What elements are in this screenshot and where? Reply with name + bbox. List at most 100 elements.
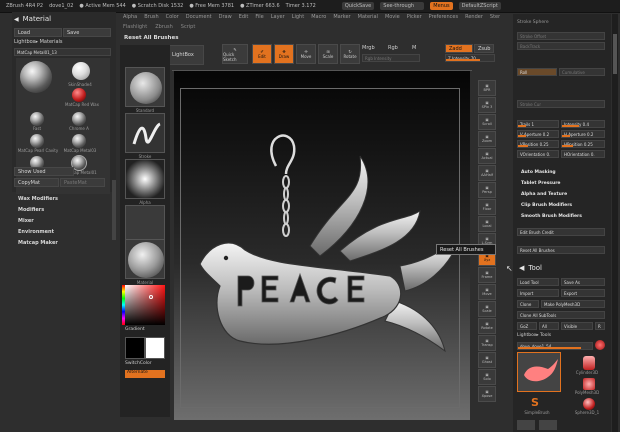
import-button[interactable]: Import (517, 289, 559, 297)
menu-movie[interactable]: Movie (385, 14, 400, 23)
group-environment[interactable]: Environment (18, 229, 112, 240)
zadd-button[interactable]: Zadd (445, 44, 473, 53)
auto-masking-group[interactable]: Auto Masking (521, 170, 556, 175)
main-color-swatch[interactable] (125, 337, 145, 359)
lightbox-tools-link[interactable]: Lightbox▸ Tools (517, 333, 551, 338)
move-button[interactable]: ✢ Move (296, 44, 316, 64)
menu-file[interactable]: File (255, 14, 263, 23)
clone-all-subtools-button[interactable]: Clone All SubTools (517, 311, 605, 319)
menu-edit[interactable]: Edit (239, 14, 249, 23)
material-pearl[interactable] (30, 134, 44, 148)
menu-stencil[interactable]: Stencil (490, 14, 500, 23)
tool-palette-header[interactable]: ◀ Tool (513, 262, 611, 274)
sphere3d-icon[interactable] (583, 398, 595, 410)
edit-button[interactable]: ✐ Edit (252, 44, 272, 64)
intensity-slider[interactable]: Intensity 0.4 (561, 120, 605, 128)
shelf-zoom[interactable]: ▣ Zoom (478, 131, 496, 147)
goz-button[interactable]: GoZ (517, 322, 537, 330)
tablet-pressure-group[interactable]: Tablet Pressure (521, 181, 560, 186)
menu-marker[interactable]: Marker (333, 14, 350, 23)
group-wax-modifiers[interactable]: Wax Modifiers (18, 196, 112, 207)
group-mixer[interactable]: Mixer (18, 218, 112, 229)
v-orientation-slider[interactable]: VOrientation 0. (517, 150, 559, 158)
make-polymesh-button[interactable]: Make PolyMesh3D (541, 300, 605, 308)
h-position-slider[interactable]: HPosition 0.25 (561, 140, 605, 148)
menu-light[interactable]: Light (292, 14, 304, 23)
right-scroll-track[interactable] (612, 14, 618, 432)
menu-color[interactable]: Color (166, 14, 179, 23)
shelf-scroll[interactable]: ▣ Scroll (478, 114, 496, 130)
right-scroll-thumb[interactable] (613, 34, 617, 74)
polymesh-icon[interactable] (595, 340, 605, 350)
tool-thumb-extra[interactable] (517, 420, 535, 430)
save-material-button[interactable]: Save (63, 28, 111, 37)
h-orientation-slider[interactable]: HOrientation 0. (561, 150, 605, 158)
shelf-frame[interactable]: ▣ Frame (478, 267, 496, 283)
lightbox-button[interactable]: LightBox (168, 45, 204, 65)
z-intensity-slider[interactable]: Z Intensity 70 (445, 54, 495, 62)
alpha-texture-group[interactable]: Alpha and Texture (521, 192, 567, 197)
alpha-thumbnail[interactable] (125, 159, 165, 199)
material-metal03[interactable] (72, 134, 86, 148)
shelf-bpr[interactable]: ▣ BPR (478, 80, 496, 96)
export-button[interactable]: Export (561, 289, 605, 297)
alternate-button[interactable]: Alternate (125, 370, 165, 378)
cumulative-button[interactable]: Cumulative (559, 68, 605, 76)
switchcolor-label[interactable]: SwitchColor (125, 361, 152, 366)
stroke-curve-slider[interactable]: Stroke Cur (517, 100, 605, 108)
shelf-floor[interactable]: ▣ Floor (478, 199, 496, 215)
copymat-button[interactable]: CopyMat (14, 178, 59, 187)
rgb-intensity-slider[interactable]: Rgb Intensity (362, 54, 420, 62)
menu-layer[interactable]: Layer (271, 14, 285, 23)
menu-draw[interactable]: Draw (219, 14, 232, 23)
quicksave-button[interactable]: QuickSave (341, 2, 375, 10)
m-toggle[interactable]: M (412, 45, 416, 51)
menu-material[interactable]: Material (358, 14, 378, 23)
current-tool-thumbnail[interactable] (517, 352, 561, 392)
simplebrush-icon[interactable]: S (531, 396, 539, 409)
left-panel-scrollbar[interactable] (112, 180, 116, 240)
shelf-rotate[interactable]: ▣ Rotate (478, 318, 496, 334)
shelf-persp[interactable]: ▣ Persp (478, 182, 496, 198)
clip-brush-modifiers-group[interactable]: Clip Brush Modifiers (521, 203, 572, 208)
group-modifiers[interactable]: Modifiers (18, 207, 112, 218)
zsub-button[interactable]: Zsub (474, 44, 494, 53)
shelf-actual[interactable]: ▣ Actual (478, 148, 496, 164)
quick-sketch-button[interactable]: ✎ Quick Sketch (222, 44, 248, 64)
scale-button[interactable]: ⊞ Scale (318, 44, 338, 64)
see-through-slider[interactable]: See-through (380, 2, 425, 10)
menu-picker[interactable]: Picker (407, 14, 422, 23)
pastemat-button[interactable]: PasteMat (60, 178, 105, 187)
material-fast[interactable] (30, 112, 44, 126)
lightbox-materials-link[interactable]: Lightbox▸ Materials (14, 39, 111, 47)
menus-button[interactable]: Menus (430, 2, 453, 10)
backtrack-slider[interactable]: BackTrack (517, 42, 605, 50)
h-aperture-slider[interactable]: H Aperture 0.2 (561, 130, 605, 138)
visible-button[interactable]: Visible (561, 322, 593, 330)
stroke-sphere-item[interactable]: Stroke Sphere (517, 20, 549, 25)
load-tool-button[interactable]: Load Tool (517, 278, 559, 286)
v-aperture-slider[interactable]: V Aperture 0.2 (517, 130, 559, 138)
shelf-scale[interactable]: ▣ Scale (478, 301, 496, 317)
mrgb-toggle[interactable]: Mrgb (362, 45, 375, 51)
menu-preferences[interactable]: Preferences (429, 14, 458, 23)
default-zscript-button[interactable]: DefaultZScript (458, 2, 501, 10)
group-matcap-maker[interactable]: Matcap Maker (18, 240, 112, 251)
brush-thumbnail[interactable] (125, 67, 165, 107)
dove-peace-sculpt[interactable] (190, 126, 460, 396)
show-used-button[interactable]: Show Used (14, 167, 74, 176)
reset-all-brushes-button[interactable]: Reset All Brushes (517, 246, 605, 254)
all-button[interactable]: All (539, 322, 559, 330)
r-button[interactable]: R (595, 322, 605, 330)
smooth-brush-modifiers-group[interactable]: Smooth Brush Modifiers (521, 214, 582, 219)
material-skinshade[interactable] (72, 62, 90, 80)
secondary-color-swatch[interactable] (145, 337, 165, 359)
load-material-button[interactable]: Load (14, 28, 62, 37)
cylinder3d-icon[interactable] (583, 356, 595, 370)
material-metal01[interactable] (71, 155, 87, 171)
rgb-toggle[interactable]: Rgb (388, 45, 398, 51)
current-material-sphere[interactable] (20, 61, 52, 93)
hue-strip[interactable] (122, 285, 125, 325)
material-red-wax[interactable] (72, 88, 86, 102)
roll-button[interactable]: Roll (517, 68, 557, 76)
